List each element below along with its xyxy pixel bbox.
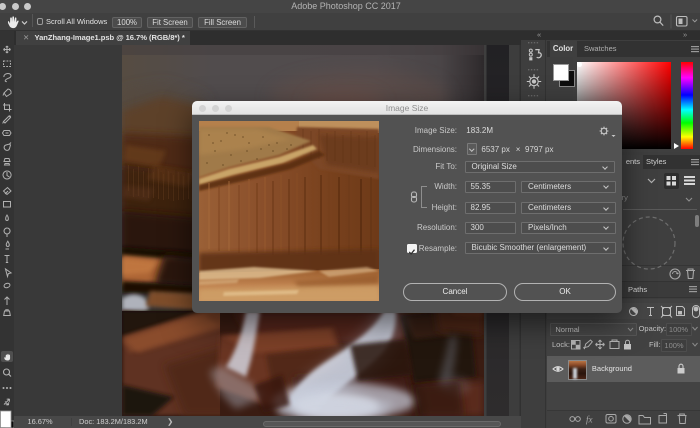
svg-text:fx: fx xyxy=(586,415,593,425)
